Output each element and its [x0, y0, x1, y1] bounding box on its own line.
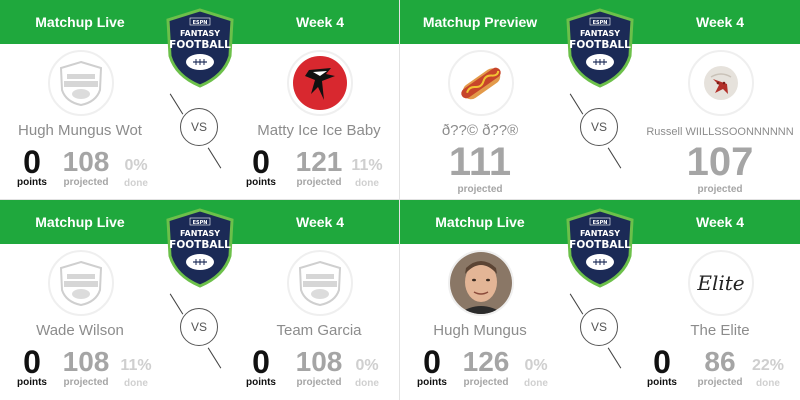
projected-stat: 108 projected: [62, 346, 110, 388]
projected-stat: 111 projected: [448, 140, 512, 195]
svg-text:ESPN: ESPN: [593, 220, 608, 226]
matchup-card[interactable]: Matchup Live Week 4 ESPN FANTASY FOOTBAL…: [400, 200, 800, 400]
done-stat: 0% done: [524, 357, 548, 389]
projected-stat: 86 projected: [697, 346, 743, 388]
team-avatar[interactable]: [448, 50, 514, 116]
matchup-status: Matchup Preview: [422, 14, 538, 30]
default-fantasy-football-icon: [298, 260, 342, 306]
espn-fantasy-football-logo: ESPN FANTASY FOOTBALL: [166, 208, 234, 288]
projected-stat: 108 projected: [62, 146, 110, 188]
default-fantasy-football-icon: [59, 60, 103, 106]
svg-text:FANTASY: FANTASY: [580, 29, 620, 38]
espn-fantasy-football-logo: ESPN FANTASY FOOTBALL: [166, 8, 234, 88]
team-name[interactable]: ð??© ð??®: [400, 122, 570, 139]
vs-badge: VS: [580, 108, 618, 146]
vs-divider: [169, 93, 184, 115]
projected-stat: 107 projected: [686, 140, 754, 195]
team-avatar[interactable]: [48, 50, 114, 116]
svg-text:Elite: Elite: [696, 271, 744, 295]
done-stat: 11% done: [351, 157, 383, 189]
team-avatar[interactable]: Elite: [688, 250, 754, 316]
projected-stat: 126 projected: [462, 346, 510, 388]
matchup-week: Week 4: [696, 214, 744, 230]
team-avatar[interactable]: [287, 50, 353, 116]
espn-fantasy-football-logo: ESPN FANTASY FOOTBALL: [566, 208, 634, 288]
points-stat: 0 points: [246, 344, 276, 388]
team-avatar[interactable]: [287, 250, 353, 316]
vs-badge: VS: [180, 308, 218, 346]
done-stat: 22% done: [751, 357, 785, 389]
svg-text:FOOTBALL: FOOTBALL: [569, 239, 631, 251]
team-name[interactable]: Hugh Mungus Wot: [0, 122, 170, 139]
away-team[interactable]: Elite The Elite 0 points 86 projected 22…: [640, 250, 800, 400]
svg-text:ESPN: ESPN: [193, 20, 208, 26]
done-stat: 0% done: [355, 357, 379, 389]
elite-script-logo: Elite: [696, 271, 744, 295]
away-team[interactable]: Matty Ice Ice Baby 0 points 121 projecte…: [239, 50, 399, 199]
matchup-card[interactable]: Matchup Live Week 4 ESPN FANTASY FOOTBAL…: [0, 200, 400, 400]
matchup-status: Matchup Live: [35, 214, 125, 230]
vs-divider: [207, 347, 222, 369]
matchup-status: Matchup Live: [35, 14, 125, 30]
away-team[interactable]: Russell WIILLSSOONNNNNN 107 projected: [640, 50, 800, 199]
matchup-week: Week 4: [296, 14, 344, 30]
team-name[interactable]: Hugh Mungus: [400, 322, 570, 339]
projected-stat: 108 projected: [295, 346, 343, 388]
team-name[interactable]: Wade Wilson: [0, 322, 170, 339]
svg-text:FOOTBALL: FOOTBALL: [169, 39, 231, 51]
home-team[interactable]: Hugh Mungus Wot 0 points 108 projected 0…: [0, 50, 160, 199]
team-name[interactable]: The Elite: [630, 322, 800, 339]
done-stat: 11% done: [120, 357, 152, 389]
matchup-card[interactable]: Matchup Live Week 4 ESPN FANTASY FOOTBAL…: [0, 0, 400, 200]
svg-text:FOOTBALL: FOOTBALL: [569, 39, 631, 51]
photo-avatar: [450, 252, 512, 314]
points-stat: 0 points: [246, 144, 276, 188]
vs-badge: VS: [180, 108, 218, 146]
team-avatar[interactable]: [448, 250, 514, 316]
espn-fantasy-football-logo: ESPN FANTASY FOOTBALL: [566, 8, 634, 88]
team-avatar[interactable]: [48, 250, 114, 316]
points-stat: 0 points: [17, 344, 47, 388]
volleyball-face-icon: [704, 66, 738, 100]
vs-divider: [607, 147, 622, 169]
svg-text:FOOTBALL: FOOTBALL: [169, 239, 231, 251]
svg-text:FANTASY: FANTASY: [180, 229, 220, 238]
team-name[interactable]: Matty Ice Ice Baby: [229, 122, 399, 139]
vs-divider: [207, 147, 222, 169]
projected-stat: 121 projected: [295, 146, 343, 188]
falcons-icon: [293, 56, 347, 110]
home-team[interactable]: Hugh Mungus 0 points 126 projected 0% do…: [400, 250, 560, 400]
matchup-week: Week 4: [296, 214, 344, 230]
home-team[interactable]: Wade Wilson 0 points 108 projected 11% d…: [0, 250, 160, 400]
matchup-status: Matchup Live: [435, 214, 525, 230]
team-name[interactable]: Team Garcia: [229, 322, 399, 339]
vs-divider: [569, 293, 584, 315]
points-stat: 0 points: [17, 144, 47, 188]
vs-divider: [169, 293, 184, 315]
team-avatar[interactable]: [688, 50, 754, 116]
default-fantasy-football-icon: [59, 260, 103, 306]
away-team[interactable]: Team Garcia 0 points 108 projected 0% do…: [239, 250, 399, 400]
team-name[interactable]: Russell WIILLSSOONNNNNN: [630, 126, 800, 138]
home-team[interactable]: ð??© ð??® 111 projected: [400, 50, 560, 199]
points-stat: 0 points: [647, 344, 677, 388]
done-stat: 0% done: [124, 157, 148, 189]
vs-divider: [607, 347, 622, 369]
svg-text:ESPN: ESPN: [593, 20, 608, 26]
svg-text:FANTASY: FANTASY: [180, 29, 220, 38]
points-stat: 0 points: [417, 344, 447, 388]
matchup-card[interactable]: Matchup Preview Week 4 ESPN FANTASY FOOT…: [400, 0, 800, 200]
svg-text:FANTASY: FANTASY: [580, 229, 620, 238]
svg-text:ESPN: ESPN: [193, 220, 208, 226]
hotdog-icon: [461, 67, 501, 100]
vs-divider: [569, 93, 584, 115]
matchup-week: Week 4: [696, 14, 744, 30]
vs-badge: VS: [580, 308, 618, 346]
